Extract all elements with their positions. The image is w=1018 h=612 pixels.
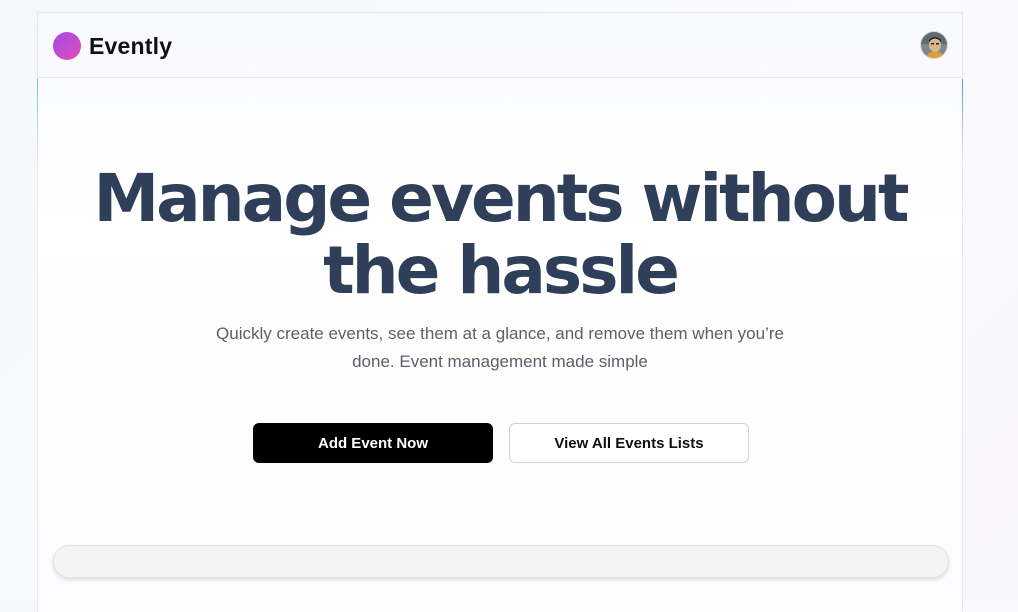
left-accent-line: [37, 79, 38, 159]
right-accent-line: [962, 79, 963, 159]
user-avatar-icon: [921, 32, 947, 58]
user-avatar[interactable]: [920, 31, 948, 59]
brand-logo-icon: [53, 32, 81, 60]
app-background: [38, 13, 962, 612]
add-event-button[interactable]: Add Event Now: [253, 423, 493, 463]
brand-name: Evently: [89, 32, 173, 59]
hero-subtitle: Quickly create events, see them at a gla…: [216, 324, 784, 371]
hero-title: Manage events without the hassle: [93, 160, 909, 309]
content-bar[interactable]: [53, 545, 949, 578]
app-window: Evently Manage events without the hassle…: [37, 12, 963, 612]
brand-logo-link[interactable]: Evently: [53, 32, 172, 60]
view-all-events-button[interactable]: View All Events Lists: [509, 423, 749, 463]
top-navbar: Evently: [38, 13, 962, 78]
